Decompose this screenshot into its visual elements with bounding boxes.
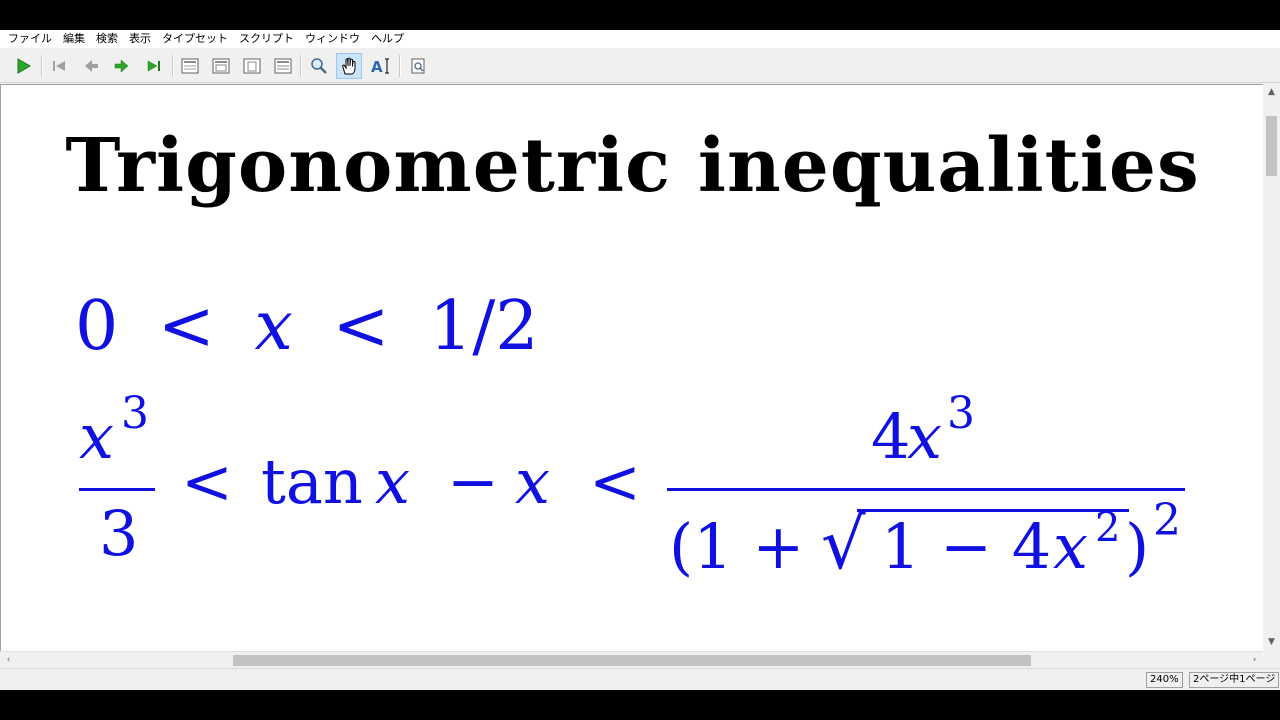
first-page-icon xyxy=(53,61,65,71)
math-rhs-denominator-open: (1 + xyxy=(669,510,805,583)
hand-tool-icon xyxy=(342,57,356,75)
math-variable-x: x xyxy=(254,287,293,366)
math-one-half: 1/2 xyxy=(429,287,539,366)
scroll-down-icon[interactable]: ▼ xyxy=(1263,634,1280,651)
math-variable-x: x xyxy=(375,445,410,518)
math-rhs-numerator-coefficient: 4 xyxy=(871,400,911,473)
math-lhs-numerator-exponent: 3 xyxy=(121,388,149,439)
menu-file[interactable]: ファイル xyxy=(4,30,59,48)
math-lhs-numerator-base: x xyxy=(79,400,114,473)
find-button[interactable] xyxy=(405,53,431,79)
play-icon xyxy=(17,58,31,74)
inequality-range: 0 < x < 1/2 xyxy=(75,287,557,366)
facing-pages-button[interactable] xyxy=(208,53,234,79)
math-less-than: < xyxy=(332,287,390,366)
math-zero: 0 xyxy=(75,287,119,366)
scroll-right-icon[interactable]: › xyxy=(1246,652,1263,669)
math-rhs-numerator-exponent: 3 xyxy=(947,388,975,439)
menu-script[interactable]: スクリプト xyxy=(235,30,301,48)
fit-page-button[interactable] xyxy=(239,53,265,79)
text-select-button[interactable]: A xyxy=(368,53,394,79)
math-lhs-denominator: 3 xyxy=(99,497,139,570)
math-rhs-denominator-close: ) xyxy=(1125,510,1150,583)
fit-width-button[interactable] xyxy=(270,53,296,79)
magnifier-icon xyxy=(311,58,327,74)
menu-typeset[interactable]: タイプセット xyxy=(158,30,235,48)
menu-window[interactable]: ウィンドウ xyxy=(301,30,367,48)
toolbar-separator xyxy=(41,55,43,77)
first-page-button[interactable] xyxy=(46,53,72,79)
typeset-button[interactable] xyxy=(10,53,36,79)
facing-pages-icon xyxy=(212,58,230,74)
menu-help[interactable]: ヘルプ xyxy=(367,30,411,48)
math-less-than: < xyxy=(157,287,215,366)
next-page-button[interactable] xyxy=(109,53,135,79)
menu-edit[interactable]: 編集 xyxy=(59,30,92,48)
math-less-than: < xyxy=(181,445,233,518)
status-bar: 240% 2ページ中1ページ xyxy=(0,668,1280,690)
previewer-window: ファイル 編集 検索 表示 タイプセット スクリプト ウィンドウ ヘルプ A T… xyxy=(0,30,1280,690)
math-sqrt-variable-x: x xyxy=(1053,510,1088,583)
scroll-left-icon[interactable]: ‹ xyxy=(0,652,17,669)
page-indicator: 2ページ中1ページ xyxy=(1189,672,1280,688)
hand-tool-button[interactable] xyxy=(336,53,362,79)
toolbar-separator xyxy=(172,55,174,77)
math-minus: − xyxy=(447,445,499,518)
single-page-button[interactable] xyxy=(177,53,203,79)
magnifier-button[interactable] xyxy=(306,53,332,79)
math-less-than: < xyxy=(589,445,641,518)
math-sqrt-sign: √ xyxy=(821,503,866,585)
horizontal-scroll-thumb[interactable] xyxy=(233,655,1031,666)
zoom-level[interactable]: 240% xyxy=(1146,672,1183,688)
last-page-button[interactable] xyxy=(141,53,167,79)
toolbar: A xyxy=(0,49,1280,83)
math-sqrt-radicand: 1 − 4 xyxy=(881,510,1052,583)
document-title: Trigonometric inequalities xyxy=(65,123,1200,209)
vertical-scroll-thumb[interactable] xyxy=(1266,116,1277,176)
math-variable-x: x xyxy=(515,445,550,518)
previous-page-button[interactable] xyxy=(78,53,104,79)
scrollbar-corner xyxy=(1263,651,1280,668)
text-select-icon: A xyxy=(371,58,389,75)
scroll-up-icon[interactable]: ▲ xyxy=(1263,84,1280,101)
pdf-viewport[interactable]: Trigonometric inequalities 0 < x < 1/2 x… xyxy=(0,84,1263,651)
next-page-icon xyxy=(114,59,129,73)
toolbar-separator xyxy=(399,55,401,77)
find-icon xyxy=(411,58,425,74)
toolbar-separator xyxy=(300,55,302,77)
fit-width-icon xyxy=(274,58,292,74)
math-rhs-fraction-bar xyxy=(667,488,1185,491)
fit-page-icon xyxy=(243,58,261,74)
menu-view[interactable]: 表示 xyxy=(125,30,158,48)
menu-bar: ファイル 編集 検索 表示 タイプセット スクリプト ウィンドウ ヘルプ xyxy=(0,30,1280,48)
last-page-icon xyxy=(147,60,160,72)
menu-search[interactable]: 検索 xyxy=(92,30,125,48)
single-page-icon xyxy=(181,58,199,74)
previous-page-icon xyxy=(85,60,98,72)
horizontal-scrollbar[interactable]: ‹ › xyxy=(0,651,1263,668)
math-tan: tan xyxy=(261,445,363,518)
svg-text:A: A xyxy=(371,58,383,75)
vertical-scrollbar[interactable]: ▲ ▼ xyxy=(1263,84,1280,651)
math-lhs-fraction-bar xyxy=(79,488,155,491)
math-rhs-numerator-base: x xyxy=(907,400,942,473)
math-sqrt-exponent: 2 xyxy=(1095,505,1121,551)
math-rhs-denominator-exponent: 2 xyxy=(1153,495,1181,546)
